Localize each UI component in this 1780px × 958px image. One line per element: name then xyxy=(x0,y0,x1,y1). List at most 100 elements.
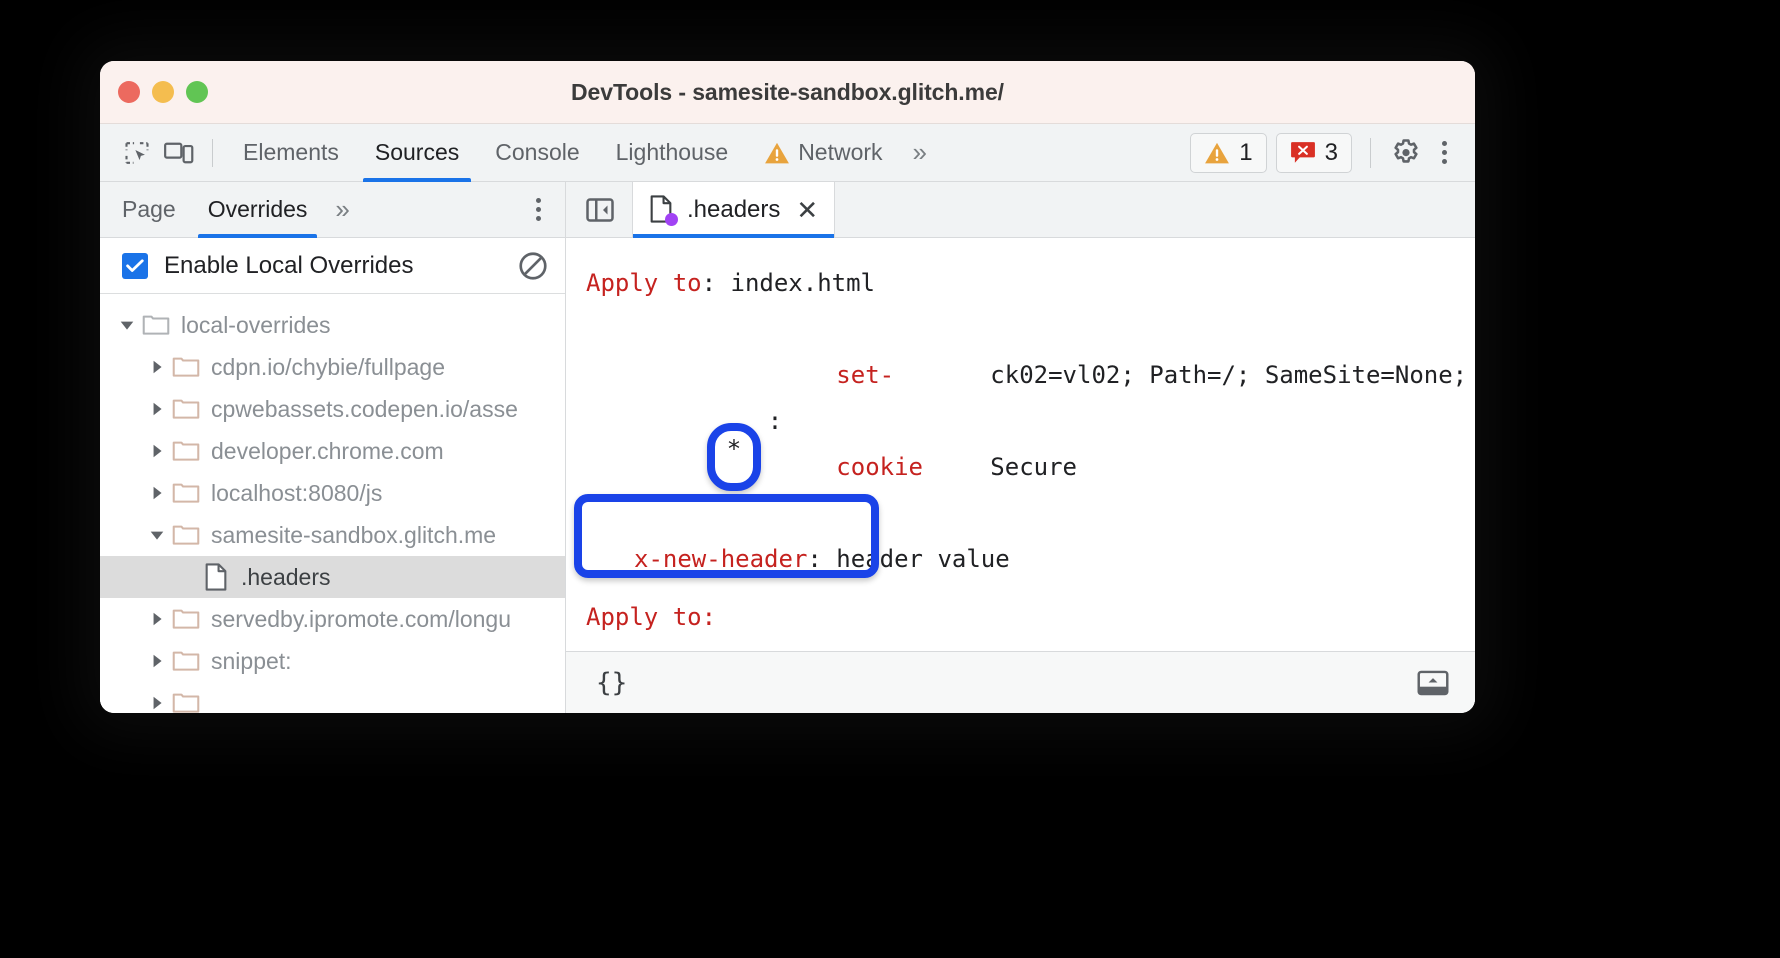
warning-count: 1 xyxy=(1239,139,1252,167)
devtools-window: DevTools - samesite-sandbox.glitch.me/ xyxy=(100,61,1475,713)
tree-row-snippet[interactable]: snippet: xyxy=(100,640,565,682)
toolbar-divider-right xyxy=(1370,138,1371,168)
tree-row-headers-file[interactable]: .headers xyxy=(100,556,565,598)
tab-elements[interactable]: Elements xyxy=(225,124,357,182)
show-navigator-icon[interactable] xyxy=(578,188,622,232)
header-value: header value xyxy=(851,640,1024,651)
chevron-right-icon[interactable] xyxy=(144,401,170,417)
tree-row-label: developer.chrome.com xyxy=(211,438,444,465)
device-toolbar-icon[interactable] xyxy=(158,132,200,174)
tab-console[interactable]: Console xyxy=(477,124,597,182)
tree-row-cpwebassets[interactable]: cpwebassets.codepen.io/asse xyxy=(100,388,565,430)
header-value: ck02=vl02; Path=/; SameSite=None; Secure xyxy=(788,306,1467,536)
folder-icon xyxy=(170,649,202,673)
close-window-button[interactable] xyxy=(118,81,140,103)
editor-pane: .headers ✕ Apply to: index.html set- coo… xyxy=(566,182,1475,713)
folder-icon xyxy=(170,481,202,505)
navigator-menu-icon[interactable] xyxy=(521,190,555,230)
folder-icon xyxy=(170,397,202,421)
header-separator: : xyxy=(822,640,851,651)
enable-local-overrides-label: Enable Local Overrides xyxy=(164,252,413,280)
folder-icon xyxy=(170,691,202,713)
sources-navigator: Page Overrides » Enable Local O xyxy=(100,182,566,713)
tab-sources-label: Sources xyxy=(375,139,459,166)
tree-row-localhost-8080[interactable]: localhost:8080/js xyxy=(100,472,565,514)
header-name: x-new-header xyxy=(634,536,807,582)
tree-row-developer-chrome-com[interactable]: developer.chrome.com xyxy=(100,430,565,472)
tree-row-label: .headers xyxy=(241,564,331,591)
tree-row-samesite-sandbox[interactable]: samesite-sandbox.glitch.me xyxy=(100,514,565,556)
chevron-right-icon[interactable] xyxy=(144,443,170,459)
chevron-down-icon[interactable] xyxy=(144,527,170,543)
header-value: header value xyxy=(836,536,1009,582)
apply-to-key: Apply to xyxy=(586,260,702,306)
inspect-element-icon[interactable] xyxy=(116,132,158,174)
navigator-more-tabs-button[interactable]: » xyxy=(323,194,357,225)
apply-to-wildcard-value: * xyxy=(707,423,761,475)
chevron-right-icon[interactable] xyxy=(144,611,170,627)
main-menu-icon[interactable] xyxy=(1427,132,1461,174)
enable-local-overrides-row: Enable Local Overrides xyxy=(100,238,565,294)
editor-tab-headers[interactable]: .headers ✕ xyxy=(632,182,835,238)
window-title: DevTools - samesite-sandbox.glitch.me/ xyxy=(100,79,1475,106)
warning-triangle-icon xyxy=(1204,141,1230,165)
gear-icon[interactable] xyxy=(1385,132,1427,174)
tree-row-label: servedby.ipromote.com/longu xyxy=(211,606,511,633)
apply-to-separator: : xyxy=(702,260,731,306)
nav-tab-overrides-label: Overrides xyxy=(208,196,308,223)
chevron-down-icon[interactable] xyxy=(114,317,140,333)
folder-icon xyxy=(170,439,202,463)
window-titlebar: DevTools - samesite-sandbox.glitch.me/ xyxy=(100,61,1475,124)
header-separator: : xyxy=(807,536,836,582)
overrides-file-tree: local-overrides cdpn.io/chybie/fullpage xyxy=(100,294,565,713)
header-row-x-new-header[interactable]: x-new-header: header value xyxy=(566,536,1475,582)
chevron-right-icon[interactable] xyxy=(144,695,170,711)
clear-configuration-icon[interactable] xyxy=(517,250,549,282)
file-icon xyxy=(649,195,675,225)
format-braces-icon[interactable]: {} xyxy=(596,668,627,698)
header-value-line-2: Secure xyxy=(990,453,1077,481)
more-panels-button[interactable]: » xyxy=(901,137,935,168)
navigator-tabstrip: Page Overrides » xyxy=(100,182,565,238)
close-icon[interactable]: ✕ xyxy=(796,197,818,223)
apply-to-key: Apply to xyxy=(586,594,702,640)
header-row-header-name-1[interactable]: header-name-1: header value xyxy=(566,640,1475,651)
apply-to-rule-2[interactable]: Apply to: * xyxy=(566,594,1475,640)
editor-tabstrip: .headers ✕ xyxy=(566,182,1475,238)
tab-lighthouse-label: Lighthouse xyxy=(616,139,729,166)
apply-to-value: index.html xyxy=(731,260,876,306)
header-row-set-cookie[interactable]: set- cookie : ck02=vl02; Path=/; SameSit… xyxy=(566,306,1475,536)
chevron-right-icon[interactable] xyxy=(144,359,170,375)
override-indicator-dot xyxy=(665,213,678,226)
errors-badge[interactable]: 3 xyxy=(1276,133,1352,173)
enable-local-overrides-checkbox[interactable] xyxy=(122,253,148,279)
tab-elements-label: Elements xyxy=(243,139,339,166)
chevron-right-icon[interactable] xyxy=(144,653,170,669)
apply-to-rule-1[interactable]: Apply to: index.html xyxy=(566,260,1475,306)
tree-row-label: samesite-sandbox.glitch.me xyxy=(211,522,496,549)
tab-network[interactable]: Network xyxy=(746,124,900,182)
header-separator: : xyxy=(762,306,788,536)
nav-tab-page-label: Page xyxy=(122,196,176,223)
zoom-window-button[interactable] xyxy=(186,81,208,103)
tree-row-cdpn-io[interactable]: cdpn.io/chybie/fullpage xyxy=(100,346,565,388)
tab-sources[interactable]: Sources xyxy=(357,124,477,182)
tree-row-local-overrides[interactable]: local-overrides xyxy=(100,304,565,346)
tree-row-label: localhost:8080/js xyxy=(211,480,382,507)
warnings-badge[interactable]: 1 xyxy=(1190,133,1266,173)
editor-status-bar: {} xyxy=(566,651,1475,713)
show-drawer-icon[interactable] xyxy=(1417,668,1449,698)
minimize-window-button[interactable] xyxy=(152,81,174,103)
headers-editor-content[interactable]: Apply to: index.html set- cookie : ck02=… xyxy=(566,238,1475,651)
window-controls xyxy=(118,81,208,103)
folder-icon xyxy=(170,523,202,547)
tab-lighthouse[interactable]: Lighthouse xyxy=(598,124,747,182)
nav-tab-overrides[interactable]: Overrides xyxy=(192,182,324,238)
folder-icon xyxy=(170,355,202,379)
folder-icon xyxy=(170,607,202,631)
devtools-main-toolbar: Elements Sources Console Lighthouse xyxy=(100,124,1475,182)
tree-row-partial[interactable] xyxy=(100,682,565,713)
nav-tab-page[interactable]: Page xyxy=(106,182,192,238)
chevron-right-icon[interactable] xyxy=(144,485,170,501)
tree-row-servedby-ipromote[interactable]: servedby.ipromote.com/longu xyxy=(100,598,565,640)
